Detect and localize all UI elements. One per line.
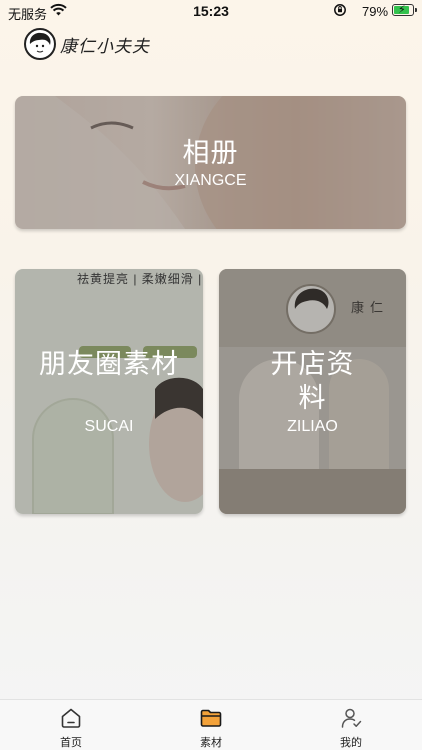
tab-mine-label: 我的 <box>340 737 362 749</box>
logo-text: 康仁小夫夫 <box>60 36 150 57</box>
album-card-title: 相册 <box>182 138 239 168</box>
logo-avatar <box>24 28 56 60</box>
user-icon <box>341 708 362 728</box>
moments-material-card[interactable]: 祛黄提亮 | 柔嫩细滑 | 朋友圈素材 SUCAI <box>15 269 203 514</box>
battery-percent: 79% <box>362 4 389 19</box>
tab-mine[interactable]: 我的 <box>311 706 391 750</box>
rotation-lock-icon <box>333 3 347 20</box>
moments-card-subtitle: SUCAI <box>84 418 134 435</box>
shop-card-subtitle: ZILIAO <box>287 418 338 435</box>
shop-card-title: 开店资料 <box>270 349 355 413</box>
tab-home[interactable]: 首页 <box>31 706 111 750</box>
tab-bar: 首页 素材 我的 <box>0 699 422 750</box>
screen: 无服务 15:23 79% ⚡ 康仁小夫夫 相册 XIANGCE 祛黄提亮 | … <box>0 0 422 750</box>
home-icon <box>61 708 81 728</box>
moments-card-title: 朋友圈素材 <box>39 349 179 379</box>
clock: 15:23 <box>193 3 229 19</box>
brand-logo: 康仁小夫夫 <box>24 26 150 62</box>
battery-charging-icon: ⚡ <box>392 4 417 16</box>
status-bar: 无服务 15:23 79% ⚡ <box>0 0 422 22</box>
album-card[interactable]: 相册 XIANGCE <box>15 96 406 229</box>
tab-material-label: 素材 <box>200 737 222 749</box>
shop-material-card[interactable]: 康仁 开店资料 ZILIAO <box>219 269 406 514</box>
tab-home-label: 首页 <box>60 737 82 749</box>
album-card-subtitle: XIANGCE <box>174 172 247 189</box>
folder-icon <box>200 709 222 727</box>
tab-material[interactable]: 素材 <box>171 706 251 750</box>
